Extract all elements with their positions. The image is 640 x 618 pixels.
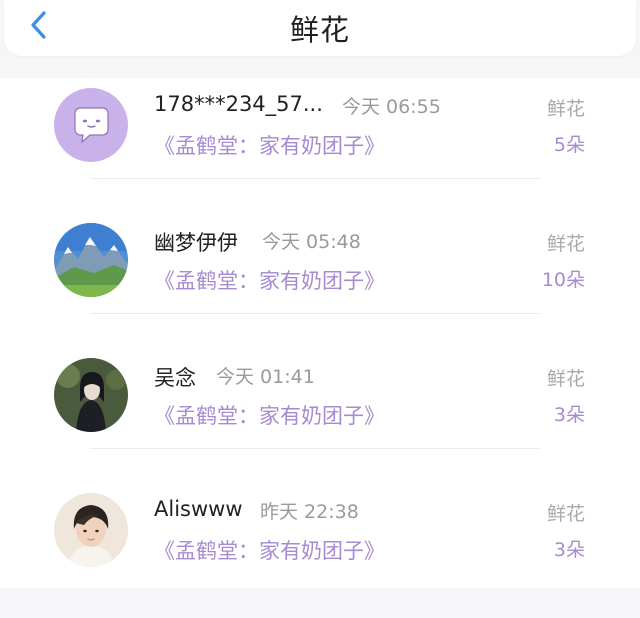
user-name: 吴念: [154, 366, 196, 390]
flower-gift-list: 178***234_57... 今天 06:55 《孟鹤堂：家有奶团子》 鲜花 …: [0, 78, 640, 588]
book-title-link[interactable]: 《孟鹤堂：家有奶团子》: [154, 130, 385, 160]
page-title: 鲜花: [289, 13, 350, 47]
gift-time: 今天 05:48: [262, 231, 361, 253]
mountain-landscape-avatar: [54, 223, 128, 297]
list-item[interactable]: Aliswww 昨天 22:38 《孟鹤堂：家有奶团子》 鲜花 3朵: [0, 483, 640, 618]
user-name: 178***234_57...: [154, 92, 323, 116]
book-title-link[interactable]: 《孟鹤堂：家有奶团子》: [154, 400, 385, 430]
user-name: Aliswww: [154, 497, 243, 521]
row-divider: [90, 448, 540, 449]
row-divider: [90, 178, 540, 179]
gift-time: 今天 01:41: [216, 366, 315, 388]
gift-time: 今天 06:55: [342, 96, 441, 118]
gift-time: 昨天 22:38: [260, 501, 359, 523]
gift-type-label: 鲜花: [546, 368, 585, 390]
row-divider: [90, 313, 540, 314]
list-item[interactable]: 幽梦伊伊 今天 05:48 《孟鹤堂：家有奶团子》 鲜花 10朵: [0, 213, 640, 348]
list-item[interactable]: 178***234_57... 今天 06:55 《孟鹤堂：家有奶团子》 鲜花 …: [0, 78, 640, 213]
gift-count: 3朵: [553, 539, 585, 561]
user-name: 幽梦伊伊: [154, 231, 238, 255]
book-title-link[interactable]: 《孟鹤堂：家有奶团子》: [154, 265, 385, 295]
list-item[interactable]: 吴念 今天 01:41 《孟鹤堂：家有奶团子》 鲜花 3朵: [0, 348, 640, 483]
gift-type-label: 鲜花: [546, 98, 585, 120]
gift-type-label: 鲜花: [546, 233, 585, 255]
gift-count: 10朵: [541, 269, 585, 291]
avatar[interactable]: [54, 223, 128, 297]
avatar[interactable]: [54, 88, 128, 162]
boy-portrait-avatar: [54, 493, 128, 567]
header-bar: 鲜花: [4, 0, 636, 56]
gift-count: 5朵: [553, 134, 585, 156]
book-title-link[interactable]: 《孟鹤堂：家有奶团子》: [154, 535, 385, 565]
anime-character-avatar: [54, 358, 128, 432]
gift-count: 3朵: [553, 404, 585, 426]
avatar[interactable]: [54, 358, 128, 432]
chat-bubble-face-icon: [54, 88, 128, 162]
avatar[interactable]: [54, 493, 128, 567]
gift-type-label: 鲜花: [546, 503, 585, 525]
